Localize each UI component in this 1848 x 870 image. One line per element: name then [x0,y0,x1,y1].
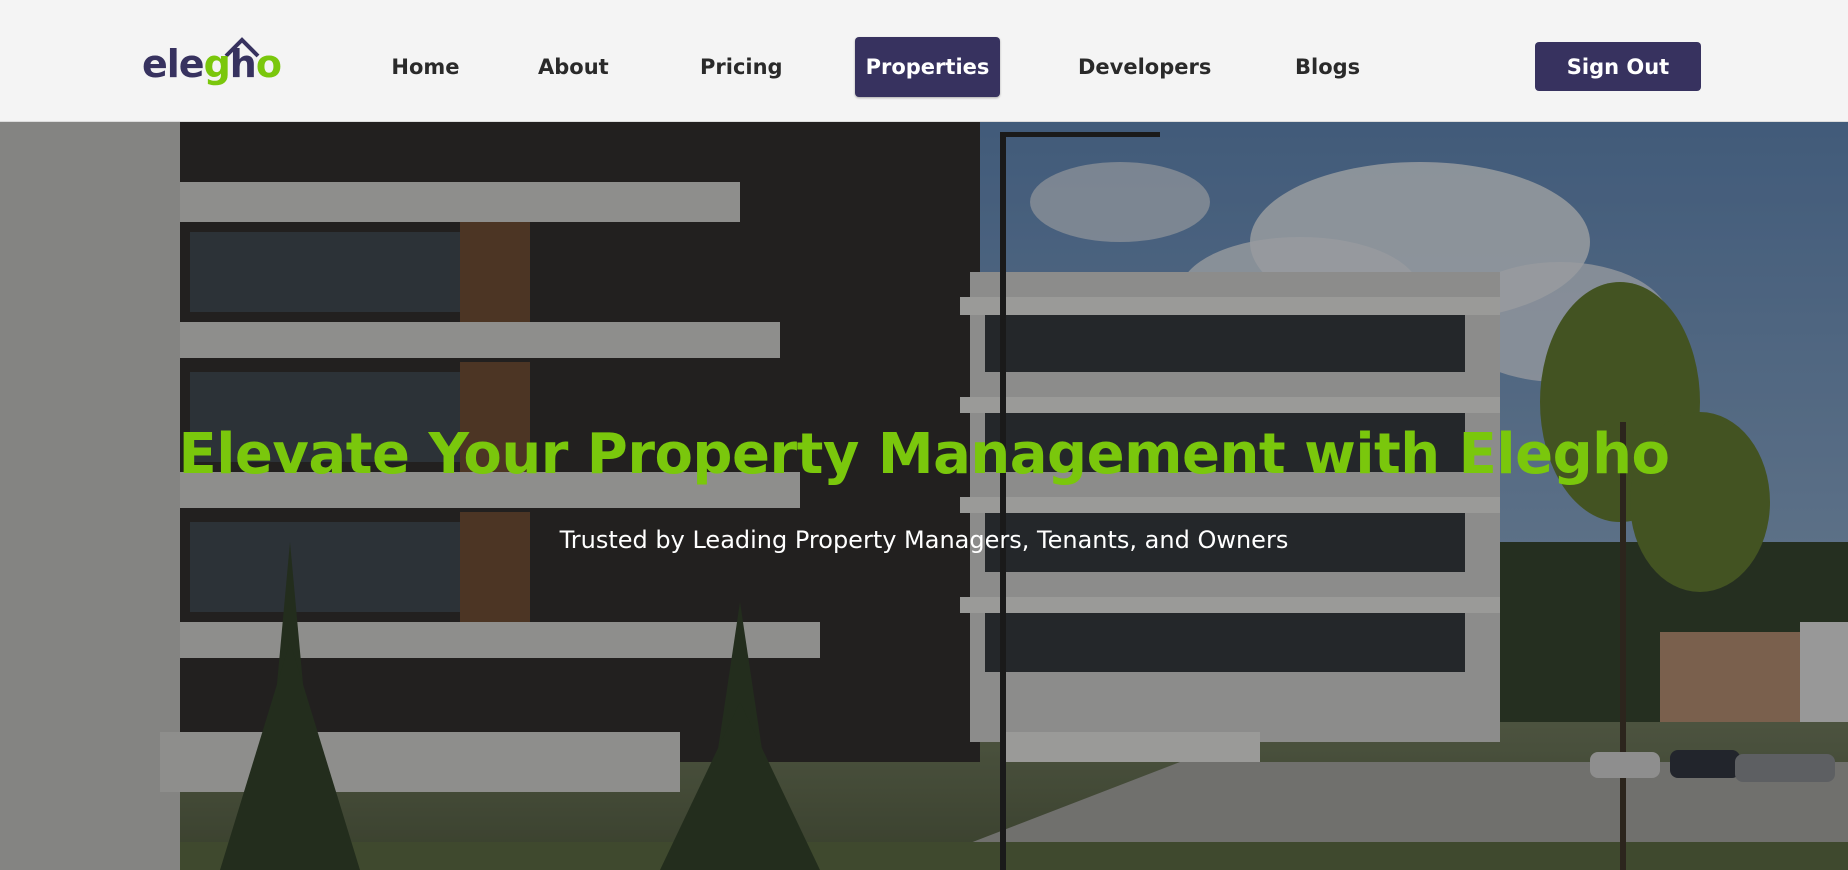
nav-properties[interactable]: Properties [855,37,1000,97]
sign-out-button[interactable]: Sign Out [1535,42,1701,91]
hero-subtitle: Trusted by Leading Property Managers, Te… [559,526,1289,554]
nav-developers[interactable]: Developers [1078,37,1211,97]
site-header: elegho Home About Pricing Properties Dev… [0,0,1848,122]
nav-pricing[interactable]: Pricing [700,37,783,97]
nav-about[interactable]: About [538,37,609,97]
nav-home[interactable]: Home [378,37,473,97]
nav-blogs[interactable]: Blogs [1295,37,1360,97]
hero-title: Elevate Your Property Management with El… [178,422,1670,487]
hero-section: Elevate Your Property Management with El… [0,122,1848,870]
hero-dark-overlay [0,122,1848,870]
